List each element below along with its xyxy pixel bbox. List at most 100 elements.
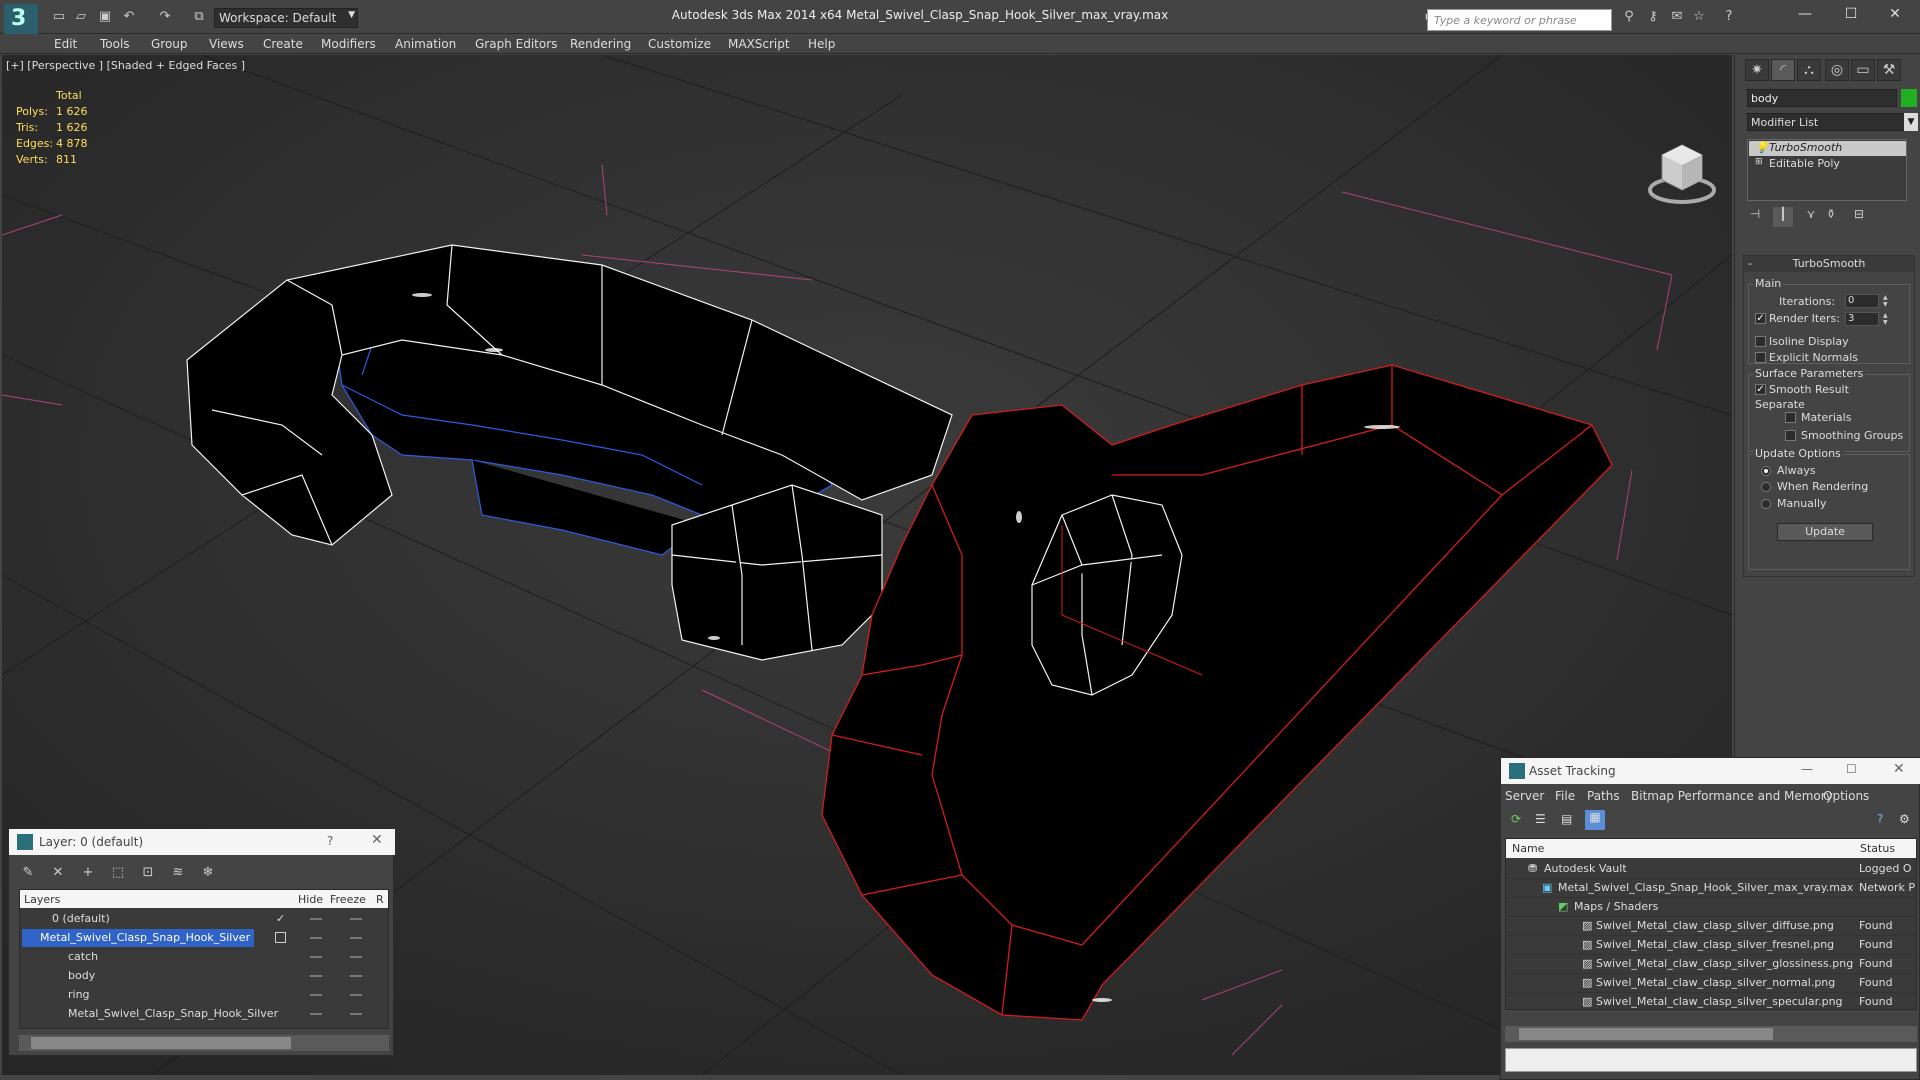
render-iters-checkbox[interactable]: ✓ (1755, 313, 1766, 324)
isoline-display-checkbox[interactable] (1755, 336, 1766, 347)
minimize-button[interactable]: — (1790, 6, 1820, 26)
close-button[interactable]: ✕ (1880, 6, 1910, 26)
hide-toggle[interactable] (310, 937, 322, 939)
help-icon[interactable]: ? (327, 834, 333, 848)
menu-bitmap-performance[interactable]: Bitmap Performance and Memory (1631, 789, 1833, 803)
menu-modifiers[interactable]: Modifiers (321, 37, 376, 51)
update-button[interactable]: Update (1777, 523, 1873, 541)
menu-customize[interactable]: Customize (648, 37, 711, 51)
thumbnail-view-icon[interactable]: ▤ (1561, 812, 1572, 826)
display-tab-icon[interactable]: ▭ (1851, 59, 1875, 81)
motion-tab-icon[interactable]: ◎ (1825, 59, 1849, 81)
layer-row[interactable]: 0 (default) ✓ (20, 910, 388, 929)
menu-paths[interactable]: Paths (1587, 789, 1620, 803)
manually-radio[interactable] (1761, 499, 1771, 509)
asset-path-field[interactable] (1505, 1048, 1917, 1072)
menu-tools[interactable]: Tools (100, 37, 130, 51)
layer-row[interactable]: Metal_Swivel_Clasp_Snap_Hook_Silver (20, 1005, 388, 1024)
horizontal-scrollbar[interactable] (1505, 1026, 1917, 1042)
modifier-list-dropdown[interactable]: Modifier List ▼ (1747, 113, 1918, 131)
hide-toggle[interactable] (310, 1013, 322, 1015)
app-menu-button[interactable]: 3 (4, 4, 38, 34)
redo-icon[interactable]: ↷ (156, 8, 174, 26)
menu-views[interactable]: Views (209, 37, 244, 51)
object-color-swatch[interactable] (1901, 89, 1917, 107)
asset-row[interactable]: ▨ Swivel_Metal_claw_clasp_silver_normal.… (1506, 974, 1916, 993)
object-name-field[interactable]: body (1747, 89, 1897, 107)
search-input[interactable]: Type a keyword or phrase (1427, 9, 1612, 31)
freeze-toggle[interactable] (350, 956, 362, 958)
create-tab-icon[interactable]: ✷ (1745, 59, 1769, 81)
utilities-tab-icon[interactable]: ⚒ (1877, 59, 1901, 81)
layer-row[interactable]: Metal_Swivel_Clasp_Snap_Hook_Silver (20, 929, 388, 948)
remove-modifier-icon[interactable]: ⚱ (1821, 207, 1841, 227)
open-file-icon[interactable]: ▱ (72, 8, 90, 26)
menu-help[interactable]: Help (808, 37, 835, 51)
help-icon[interactable]: ? (1720, 8, 1738, 26)
hide-toggle[interactable] (310, 994, 322, 996)
column-header-freeze[interactable]: Freeze (330, 893, 366, 906)
delete-layer-icon[interactable]: ✕ (47, 862, 69, 884)
minimize-button[interactable]: — (1801, 762, 1813, 776)
asset-window-titlebar[interactable]: Asset Tracking — ☐ ✕ (1501, 758, 1920, 784)
layer-row[interactable]: body (20, 967, 388, 986)
scrollbar-thumb[interactable] (1519, 1028, 1773, 1040)
asset-row[interactable]: ▨ Swivel_Metal_claw_clasp_silver_diffuse… (1506, 917, 1916, 936)
set-active-checkbox[interactable] (275, 932, 286, 943)
menu-options[interactable]: Options (1823, 789, 1869, 803)
binoculars-icon[interactable]: ⚲ (1620, 8, 1638, 26)
list-view-icon[interactable]: ☰ (1535, 812, 1546, 826)
menu-server[interactable]: Server (1505, 789, 1544, 803)
make-unique-icon[interactable]: ⋎ (1801, 207, 1821, 227)
layer-row[interactable]: catch (20, 948, 388, 967)
viewport-label[interactable]: [+] [Perspective ] [Shaded + Edged Faces… (6, 59, 245, 72)
hide-toggle[interactable] (310, 918, 322, 920)
close-icon[interactable]: ✕ (371, 832, 383, 848)
smooth-result-checkbox[interactable]: ✓ (1755, 384, 1766, 395)
settings-icon[interactable]: ⚙ (1899, 812, 1910, 826)
smoothing-groups-checkbox[interactable] (1785, 430, 1796, 441)
menu-group[interactable]: Group (151, 37, 188, 51)
stack-item-editable-poly[interactable]: ⊞ Editable Poly (1749, 157, 1906, 172)
object-name[interactable]: body (50, 967, 99, 985)
layer-name[interactable]: 0 (default) (34, 910, 114, 928)
render-iters-spinner[interactable]: 3 (1845, 312, 1879, 326)
column-header-render[interactable]: R (376, 893, 384, 906)
object-name[interactable]: ring (50, 986, 94, 1004)
freeze-toggle[interactable] (350, 937, 362, 939)
stack-item-turbosmooth[interactable]: 💡 TurboSmooth (1749, 141, 1906, 156)
refresh-icon[interactable]: ⟳ (1511, 812, 1521, 826)
menu-edit[interactable]: Edit (54, 37, 77, 51)
asset-row[interactable]: ▨ Swivel_Metal_claw_clasp_silver_glossin… (1506, 955, 1916, 974)
table-view-icon[interactable]: ▦ (1585, 810, 1605, 830)
column-header-status[interactable]: Status (1860, 842, 1895, 855)
iterations-spinner[interactable]: 0 (1845, 294, 1879, 308)
column-header-layers[interactable]: Layers (24, 893, 60, 906)
menu-graph-editors[interactable]: Graph Editors (475, 37, 557, 51)
add-to-layer-icon[interactable]: + (77, 862, 99, 884)
workspace-dropdown[interactable]: Workspace: Default ▼ (214, 8, 358, 28)
asset-row[interactable]: ▨ Swivel_Metal_claw_clasp_silver_fresnel… (1506, 936, 1916, 955)
viewcube-icon[interactable] (1642, 135, 1722, 215)
spinner-arrows-icon[interactable]: ▲ ▼ (1883, 294, 1891, 308)
menu-rendering[interactable]: Rendering (570, 37, 631, 51)
show-end-result-icon[interactable]: ┃ (1773, 207, 1793, 227)
save-file-icon[interactable]: ▣ (96, 8, 114, 26)
pin-stack-icon[interactable]: ⊣ (1745, 207, 1765, 227)
communication-icon[interactable]: ✉ (1668, 8, 1686, 26)
always-radio[interactable] (1761, 466, 1771, 476)
new-file-icon[interactable]: ▭ (50, 8, 68, 26)
menu-maxscript[interactable]: MAXScript (728, 37, 790, 51)
asset-row[interactable]: ⛃ Autodesk Vault Logged O (1506, 860, 1916, 879)
spinner-arrows-icon[interactable]: ▲ ▼ (1883, 312, 1891, 326)
object-name[interactable]: catch (50, 948, 102, 966)
hide-toggle[interactable] (310, 956, 322, 958)
menu-animation[interactable]: Animation (395, 37, 456, 51)
expand-plus-icon[interactable]: ⊞ (1755, 157, 1763, 167)
maximize-button[interactable]: ☐ (1836, 6, 1866, 26)
freeze-toggle[interactable] (350, 1013, 362, 1015)
when-rendering-radio[interactable] (1761, 482, 1771, 492)
freeze-all-layers-icon[interactable]: ❄ (197, 862, 219, 884)
asset-row[interactable]: ▣ Metal_Swivel_Clasp_Snap_Hook_Silver_ma… (1506, 879, 1916, 898)
active-layer-check-icon[interactable]: ✓ (276, 912, 285, 925)
